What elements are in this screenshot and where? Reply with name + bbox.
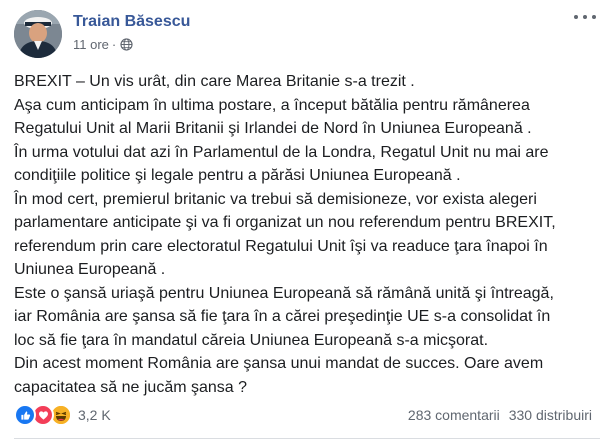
post-line: loc să fie ţara în mandatul căreia Uniun…: [14, 331, 489, 349]
more-dot: [592, 15, 596, 19]
post-line: iar România are şansa să fie ţara în a c…: [14, 308, 551, 325]
footer-divider: [14, 438, 600, 439]
post-line: BREXIT – Un vis urât, din care Marea Bri…: [14, 73, 415, 90]
post-line: referendum prin care electoratul Regatul…: [14, 237, 548, 255]
shares-count[interactable]: 330 distribuiri: [509, 407, 592, 423]
post-line: parlamentare anticipate şi va fi organiz…: [14, 214, 556, 231]
avatar[interactable]: [14, 10, 62, 58]
post-line: capacitatea să ne jucăm şansa ?: [14, 378, 248, 396]
post-line: Aşa cum anticipam în ultima postare, a î…: [14, 96, 530, 114]
post-line: Regatului Unit al Marii Britanii şi Irla…: [14, 120, 532, 137]
reactions-count[interactable]: 3,2 K: [78, 407, 111, 423]
like-icon: [14, 404, 36, 426]
more-dot: [574, 15, 578, 19]
post-line: În mod cert, premierul britanic va trebu…: [14, 190, 537, 208]
post-line: Din acest moment România are şansa unui …: [14, 355, 544, 372]
post-line: condiţiile politice şi legale pentru a p…: [14, 167, 461, 184]
globe-icon[interactable]: [120, 38, 133, 51]
post-line: În urma votului dat azi în Parlamentul d…: [14, 143, 549, 161]
post-line: Este o şansă uriaşă pentru Uniunea Europ…: [14, 284, 554, 302]
engagement-counts: 283 comentarii 330 distribuiri: [408, 407, 592, 423]
post-body: BREXIT – Un vis urât, din care Marea Bri…: [14, 70, 592, 399]
post-meta: 11 ore ·: [73, 37, 133, 52]
facebook-post: Traian Băsescu 11 ore · BREXIT – Un vis …: [0, 0, 600, 445]
post-timestamp[interactable]: 11 ore: [73, 37, 109, 52]
comments-count[interactable]: 283 comentarii: [408, 407, 500, 423]
meta-separator: ·: [111, 37, 117, 52]
reactions-summary[interactable]: 3,2 K: [14, 404, 111, 426]
more-dot: [583, 15, 587, 19]
author-name[interactable]: Traian Băsescu: [73, 13, 190, 31]
post-line: Uniunea Europeană .: [14, 261, 166, 278]
more-options-icon[interactable]: [574, 10, 596, 24]
avatar-photo: [14, 10, 62, 58]
